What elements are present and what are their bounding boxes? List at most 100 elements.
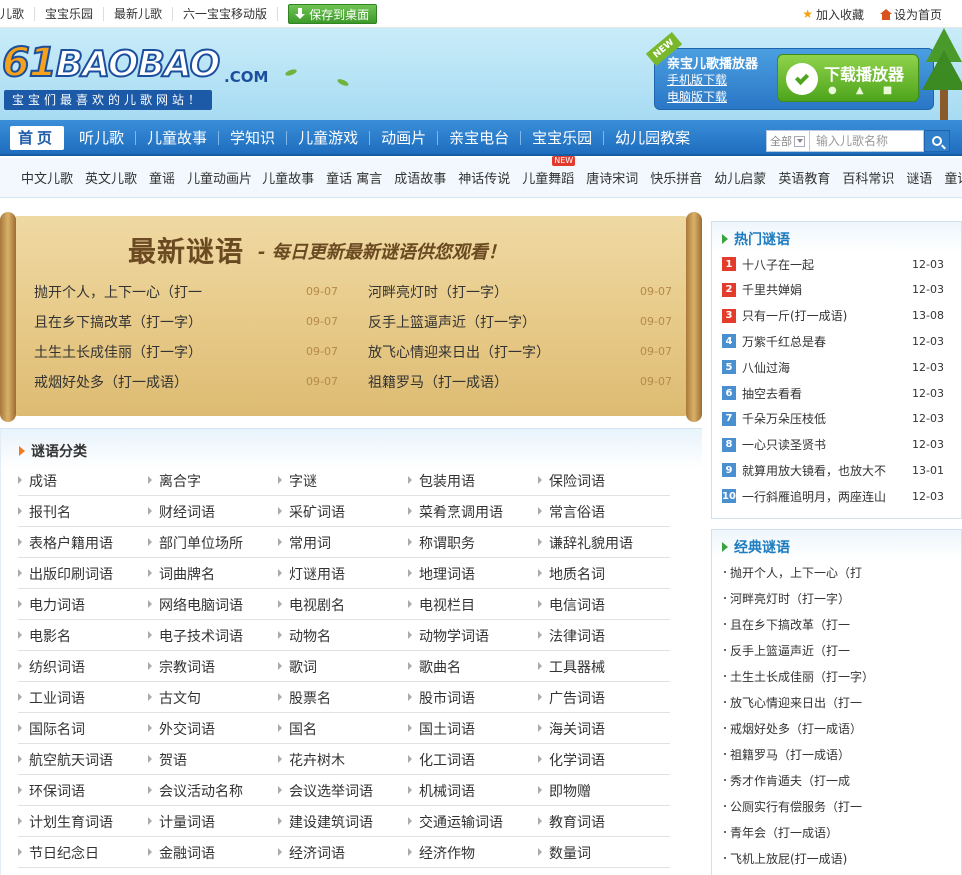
category-link[interactable]: 化工词语 [407, 750, 475, 770]
latest-riddle-link[interactable]: 戒烟好处多（打一成语） [34, 372, 188, 392]
category-link[interactable]: 法律词语 [537, 626, 605, 646]
category-link[interactable]: 字谜 [277, 471, 317, 491]
classic-riddle-link[interactable]: 且在乡下搞改革（打一 [724, 616, 850, 633]
category-link[interactable]: 股市词语 [407, 688, 475, 708]
category-link[interactable]: 常用词 [277, 533, 331, 553]
latest-riddle-link[interactable]: 祖籍罗马（打一成语） [368, 372, 508, 392]
latest-riddle-link[interactable]: 抛开个人，上下一心（打一 [34, 282, 202, 302]
hot-riddle-item[interactable]: 6 抽空去看看 12-03 [722, 383, 958, 403]
classic-riddle-link[interactable]: 戒烟好处多（打一成语） [724, 720, 862, 737]
category-link[interactable]: 歌词 [277, 657, 317, 677]
set-homepage-link[interactable]: 设为首页 [879, 6, 942, 23]
category-link[interactable]: 国名 [277, 719, 317, 739]
subnav-item[interactable]: 儿童故事 [262, 168, 314, 187]
classic-riddle-link[interactable]: 飞机上放屁(打一成语) [724, 850, 847, 867]
hot-riddle-item[interactable]: 2 千里共婵娟 12-03 [722, 280, 958, 300]
subnav-item[interactable]: 唐诗宋词 [586, 168, 638, 187]
category-link[interactable]: 地质名词 [537, 564, 605, 584]
nav-kids-games[interactable]: 儿童游戏 [287, 128, 369, 148]
pc-download-link[interactable]: 电脑版下载 [667, 88, 727, 105]
category-link[interactable]: 包装用语 [407, 471, 475, 491]
category-link[interactable]: 海关词语 [537, 719, 605, 739]
hot-riddle-item[interactable]: 8 一心只读圣贤书 12-03 [722, 435, 958, 455]
subnav-item[interactable]: 中文儿歌 [21, 168, 73, 187]
hot-riddle-item[interactable]: 10 一行斜雁追明月，两座连山 12-03 [722, 486, 958, 506]
category-link[interactable]: 数量词 [537, 843, 591, 863]
nav-learn[interactable]: 学知识 [219, 128, 286, 148]
category-link[interactable]: 采矿词语 [277, 502, 345, 522]
hot-riddle-item[interactable]: 9 就算用放大镜看，也放大不 13-01 [722, 460, 958, 480]
category-link[interactable]: 电视剧名 [277, 595, 345, 615]
category-link[interactable]: 贺语 [147, 750, 187, 770]
category-link[interactable]: 出版印刷词语 [17, 564, 113, 584]
classic-riddle-link[interactable]: 河畔亮灯时（打一字） [724, 590, 850, 607]
category-link[interactable]: 报刊名 [17, 502, 71, 522]
subnav-item[interactable]: 谜语 [906, 168, 932, 187]
save-to-desktop-button[interactable]: 保存到桌面 [288, 4, 378, 24]
subnav-item[interactable]: 神话传说 [458, 168, 510, 187]
category-link[interactable]: 部门单位场所 [147, 533, 243, 553]
category-link[interactable]: 会议活动名称 [147, 781, 243, 801]
latest-riddle-link[interactable]: 河畔亮灯时（打一字） [368, 282, 508, 302]
hot-riddle-item[interactable]: 7 千朵万朵压枝低 12-03 [722, 409, 958, 429]
classic-riddle-link[interactable]: 秀才作肯遁夫（打一成 [724, 772, 850, 789]
subnav-item[interactable]: 儿童舞蹈 NEW [522, 156, 576, 187]
category-link[interactable]: 化学词语 [537, 750, 605, 770]
category-link[interactable]: 机械词语 [407, 781, 475, 801]
download-player-button[interactable]: 下载播放器 ● ▲ ■ [777, 54, 919, 102]
category-link[interactable]: 环保词语 [17, 781, 85, 801]
category-link[interactable]: 常言俗语 [537, 502, 605, 522]
category-link[interactable]: 动物名 [277, 626, 331, 646]
category-link[interactable]: 宗教词语 [147, 657, 215, 677]
subnav-item[interactable]: 童话故事 [944, 168, 962, 187]
category-link[interactable]: 网络电脑词语 [147, 595, 243, 615]
search-scope-select[interactable]: 全部 [766, 130, 810, 152]
classic-riddle-link[interactable]: 土生土长成佳丽（打一字） [724, 668, 874, 685]
hot-riddle-item[interactable]: 3 只有一斤(打一成语) 13-08 [722, 306, 958, 326]
classic-riddle-link[interactable]: 放飞心情迎来日出（打一 [724, 694, 862, 711]
nav-kindergarten-plans[interactable]: 幼儿园教案 [604, 128, 701, 148]
category-link[interactable]: 交通运输词语 [407, 812, 503, 832]
category-link[interactable]: 动物学词语 [407, 626, 489, 646]
category-link[interactable]: 表格户籍用语 [17, 533, 113, 553]
nav-kids-stories[interactable]: 儿童故事 [136, 128, 218, 148]
subnav-item[interactable]: 成语故事 [394, 168, 446, 187]
subnav-item[interactable]: 英文儿歌 [85, 168, 137, 187]
hot-riddle-item[interactable]: 1 十八子在一起 12-03 [722, 254, 958, 274]
subnav-item[interactable]: 童话 寓言 [326, 168, 382, 187]
search-input[interactable]: 输入儿歌名称 [810, 130, 924, 152]
category-link[interactable]: 金融词语 [147, 843, 215, 863]
category-link[interactable]: 会议选举词语 [277, 781, 373, 801]
category-link[interactable]: 菜肴烹调用语 [407, 502, 503, 522]
top-link-erge[interactable]: 儿歌 [0, 7, 36, 21]
subnav-item[interactable]: 童谣 [149, 168, 175, 187]
subnav-item[interactable]: 英语教育 [778, 168, 830, 187]
category-link[interactable]: 计量词语 [147, 812, 215, 832]
classic-riddle-link[interactable]: 抛开个人，上下一心（打 [724, 564, 862, 581]
category-link[interactable]: 节日纪念日 [17, 843, 99, 863]
latest-riddle-link[interactable]: 放飞心情迎来日出（打一字） [368, 342, 550, 362]
category-link[interactable]: 灯谜用语 [277, 564, 345, 584]
category-link[interactable]: 纺织词语 [17, 657, 85, 677]
latest-riddle-link[interactable]: 土生土长成佳丽（打一字） [34, 342, 202, 362]
category-link[interactable]: 航空航天词语 [17, 750, 113, 770]
nav-baobao-park[interactable]: 宝宝乐园 [521, 128, 603, 148]
latest-riddle-link[interactable]: 且在乡下搞改革（打一字） [34, 312, 202, 332]
nav-home[interactable]: 首页 [10, 126, 65, 150]
category-link[interactable]: 国际名词 [17, 719, 85, 739]
category-link[interactable]: 股票名 [277, 688, 331, 708]
category-link[interactable]: 外交词语 [147, 719, 215, 739]
category-link[interactable]: 保险词语 [537, 471, 605, 491]
category-link[interactable]: 国土词语 [407, 719, 475, 739]
category-link[interactable]: 称谓职务 [407, 533, 475, 553]
subnav-item[interactable]: 快乐拼音 [650, 168, 702, 187]
nav-radio[interactable]: 亲宝电台 [438, 128, 520, 148]
category-link[interactable]: 电信词语 [537, 595, 605, 615]
search-button[interactable] [924, 130, 950, 152]
classic-riddle-link[interactable]: 反手上篮逼声近（打一 [724, 642, 850, 659]
category-link[interactable]: 建设建筑词语 [277, 812, 373, 832]
category-link[interactable]: 离合字 [147, 471, 201, 491]
classic-riddle-link[interactable]: 祖籍罗马（打一成语） [724, 746, 850, 763]
top-link-baobao-park[interactable]: 宝宝乐园 [35, 7, 105, 21]
category-link[interactable]: 古文句 [147, 688, 201, 708]
